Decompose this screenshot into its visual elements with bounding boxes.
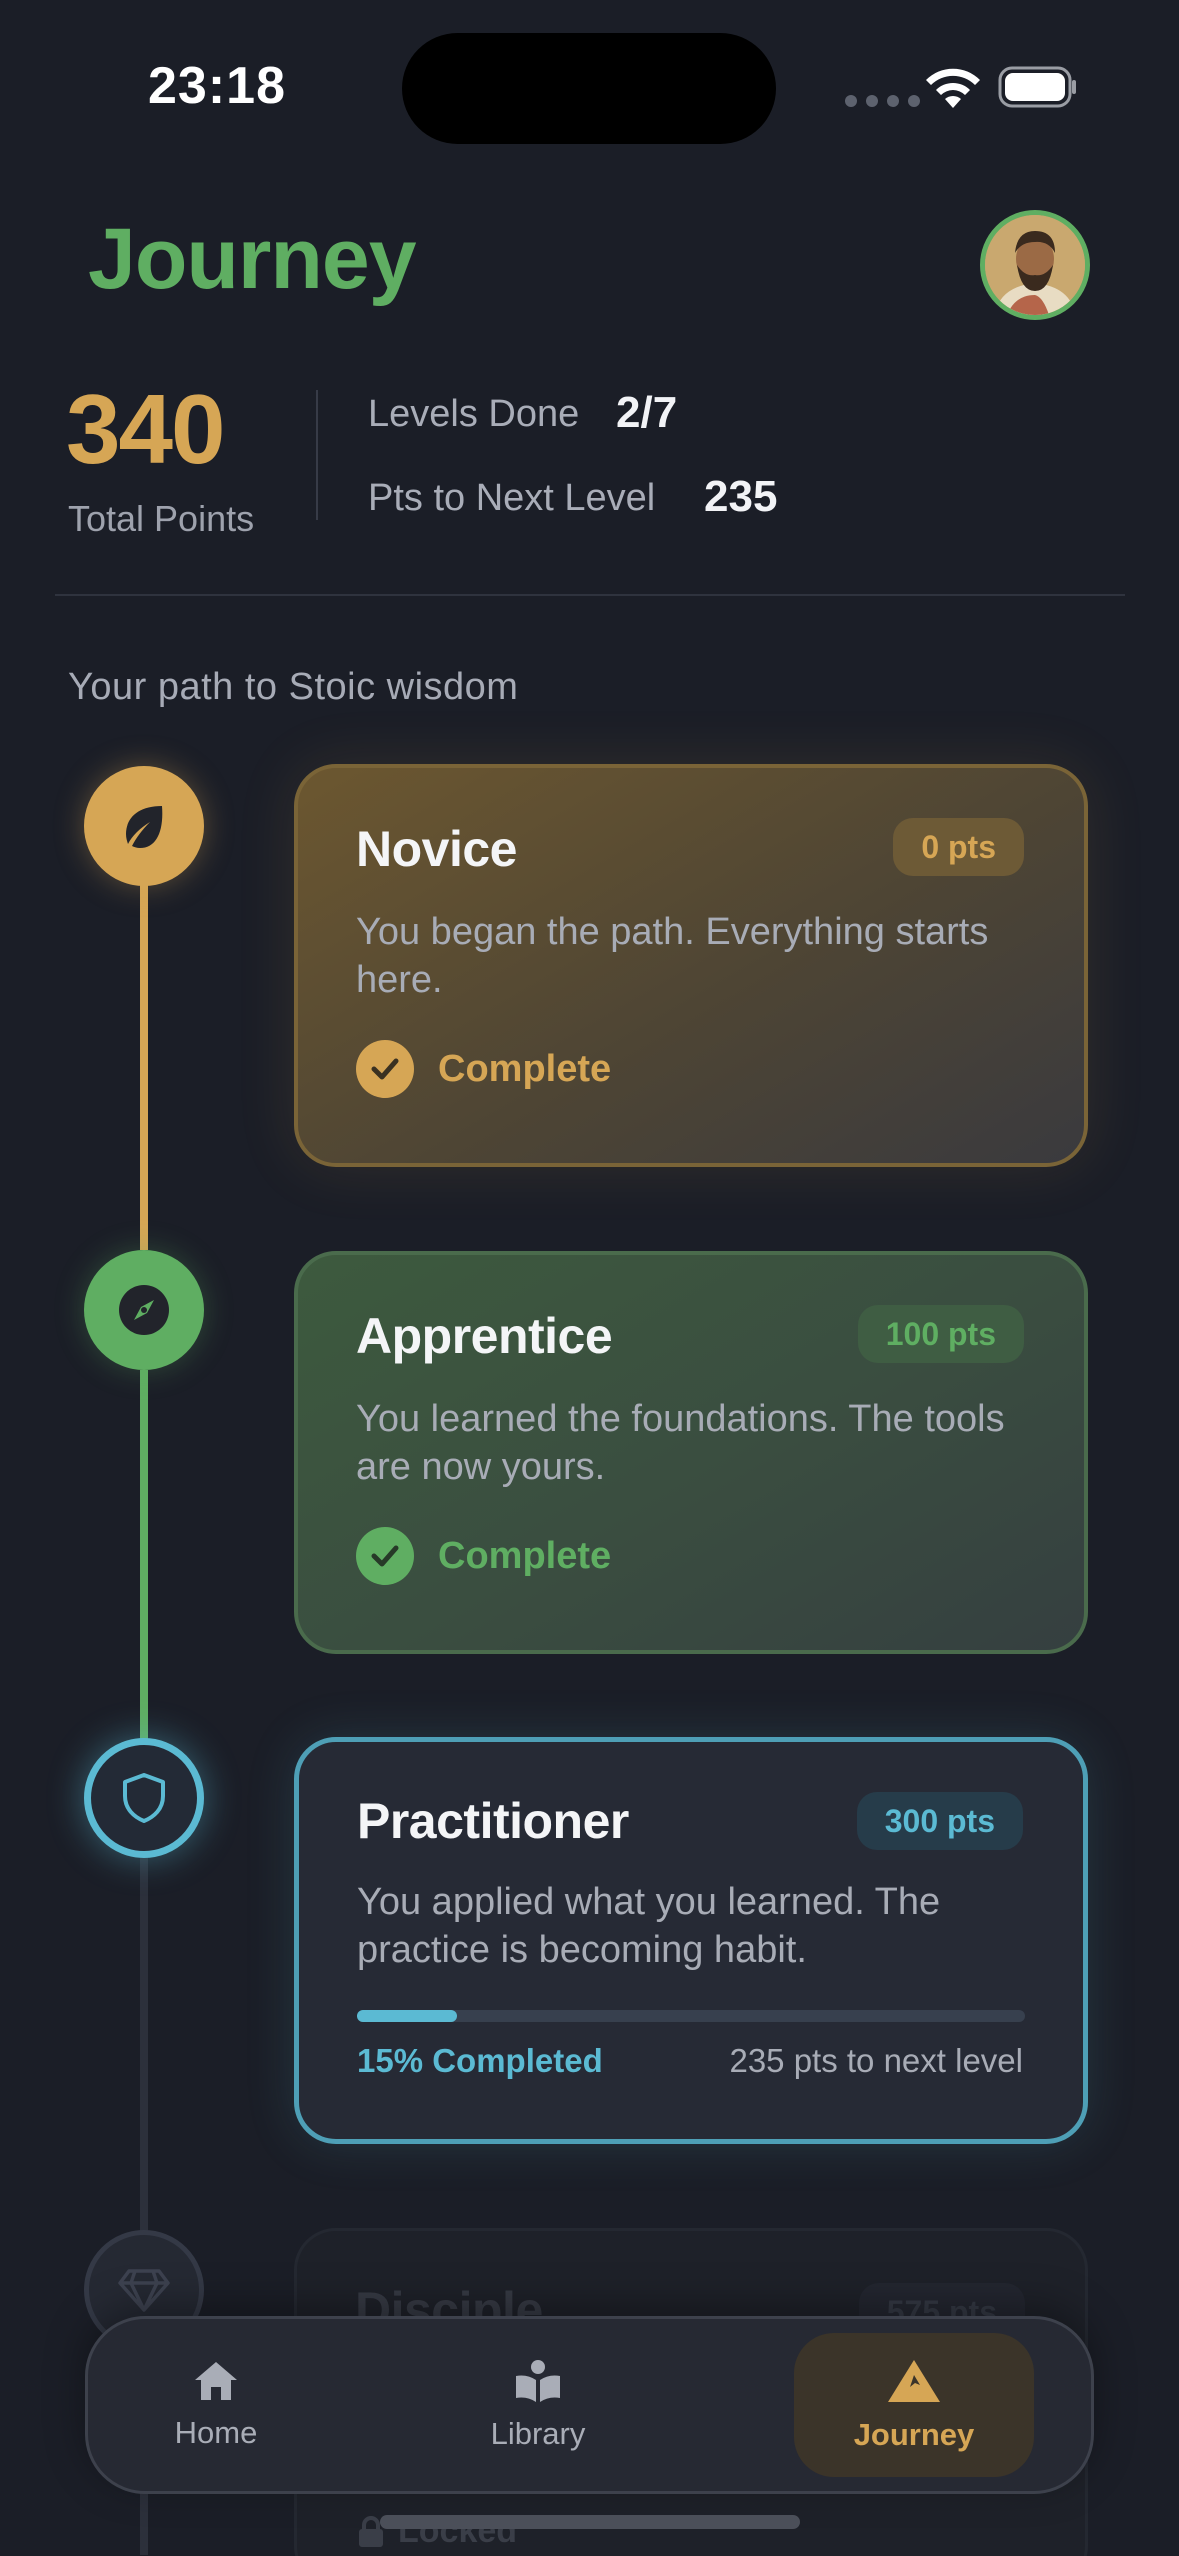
- philosopher-avatar-icon[interactable]: [980, 210, 1090, 320]
- bottom-navigation: Home Library Journey: [85, 2316, 1094, 2494]
- timeline-segment: [140, 1370, 148, 1740]
- complete-status: Complete: [356, 1040, 611, 1098]
- leaf-icon: [126, 806, 163, 848]
- nav-library[interactable]: Library: [418, 2333, 658, 2477]
- nav-journey[interactable]: Journey: [794, 2333, 1034, 2477]
- level-card-practitioner[interactable]: Practitioner 300 pts You applied what yo…: [294, 1737, 1088, 2144]
- next-level-label: Pts to Next Level: [368, 477, 656, 519]
- page-title: Journey: [88, 211, 417, 307]
- shield-icon: [123, 1773, 165, 1823]
- points-badge: 300 pts: [856, 1792, 1023, 1850]
- check-circle-icon: [356, 1040, 414, 1098]
- status-label: Complete: [438, 1534, 612, 1577]
- level-card-novice[interactable]: Novice 0 pts You began the path. Everyth…: [294, 764, 1088, 1167]
- progress-label: 15% Completed: [357, 2042, 603, 2079]
- level-node-novice: [84, 766, 204, 886]
- home-icon: [195, 2362, 237, 2400]
- level-description: You learned the foundations. The tools a…: [356, 1398, 1005, 1488]
- total-points-label: Total Points: [68, 498, 255, 539]
- level-card-apprentice[interactable]: Apprentice 100 pts You learned the found…: [294, 1251, 1088, 1654]
- book-reader-icon: [516, 2360, 560, 2402]
- complete-status: Complete: [356, 1527, 611, 1585]
- level-description: You began the path. Everything starts he…: [356, 911, 989, 1001]
- status-time: 23:18: [148, 57, 286, 115]
- mountain-icon: [888, 2360, 940, 2402]
- dynamic-island: [402, 33, 776, 144]
- status-label: Complete: [438, 1047, 612, 1090]
- timeline-segment: [140, 880, 148, 1250]
- cellular-signal-icon: [845, 95, 920, 107]
- level-description: You applied what you learned. The practi…: [357, 1881, 941, 1971]
- diamond-icon: [118, 2269, 170, 2312]
- level-title: Practitioner: [357, 1793, 629, 1849]
- path-subtitle: Your path to Stoic wisdom: [68, 666, 519, 708]
- nav-label: Journey: [853, 2417, 975, 2452]
- wifi-icon: [926, 68, 980, 108]
- points-badge: 0 pts: [893, 818, 1024, 876]
- level-progress-bar: [357, 2010, 1025, 2022]
- level-title: Novice: [356, 821, 517, 877]
- levels-done-label: Levels Done: [368, 393, 580, 435]
- nav-home[interactable]: Home: [96, 2333, 336, 2477]
- stats-divider: [316, 390, 318, 520]
- battery-icon: [998, 66, 1076, 108]
- nav-label: Home: [174, 2415, 258, 2450]
- level-node-apprentice: [84, 1250, 204, 1370]
- home-indicator: [380, 2515, 800, 2529]
- points-remaining: 235 pts to next level: [729, 2042, 1023, 2079]
- next-level-value: 235: [704, 472, 778, 521]
- level-node-practitioner: [84, 1738, 204, 1858]
- nav-label: Library: [490, 2416, 586, 2451]
- level-title: Apprentice: [356, 1308, 613, 1364]
- total-points-value: 340: [66, 374, 226, 484]
- check-circle-icon: [356, 1527, 414, 1585]
- divider: [55, 594, 1125, 596]
- levels-done-value: 2/7: [616, 388, 678, 437]
- points-badge: 100 pts: [857, 1305, 1024, 1363]
- progress-fill: [357, 2010, 458, 2022]
- compass-icon: [119, 1285, 169, 1335]
